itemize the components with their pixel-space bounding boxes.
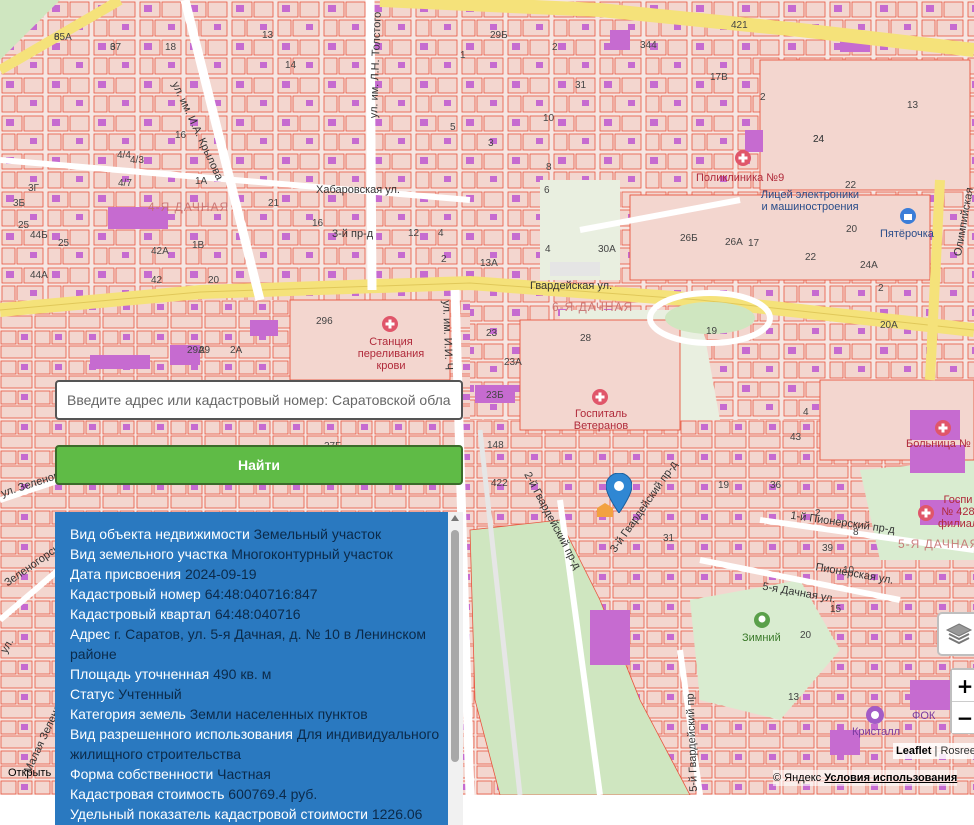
map-attribution: Leaflet | Rosreestr bbox=[893, 743, 974, 759]
info-value: Частная bbox=[217, 766, 271, 782]
info-value: 490 кв. м bbox=[213, 666, 272, 682]
info-label: Кадастровый номер bbox=[70, 586, 201, 602]
scroll-up-arrow-icon[interactable] bbox=[451, 515, 459, 521]
info-row: Удельный показатель кадастровой стоимост… bbox=[70, 804, 440, 824]
info-row: Кадастровый номер 64:48:040716:847 bbox=[70, 584, 440, 604]
layers-icon bbox=[945, 623, 973, 645]
zoom-out-button[interactable]: − bbox=[952, 702, 974, 733]
info-row: Кадастровый квартал 64:48:040716 bbox=[70, 604, 440, 624]
info-value: 2024-09-19 bbox=[184, 566, 257, 582]
property-info-panel: Вид объекта недвижимости Земельный участ… bbox=[55, 512, 463, 825]
info-label: Вид разрешенного использования bbox=[70, 726, 293, 742]
info-label: Адрес bbox=[70, 626, 111, 642]
open-link[interactable]: Открыть bbox=[8, 767, 51, 779]
info-row: Категория земель Земли населенных пункто… bbox=[70, 704, 440, 724]
info-row: Дата присвоения 2024-09-19 bbox=[70, 564, 440, 584]
info-value: 600769.4 руб. bbox=[228, 786, 318, 802]
zoom-in-button[interactable]: + bbox=[952, 670, 974, 701]
find-button[interactable]: Найти bbox=[55, 445, 463, 485]
info-row: Кадастровая стоимость 600769.4 руб. bbox=[70, 784, 440, 804]
info-row: Вид земельного участка Многоконтурный уч… bbox=[70, 544, 440, 564]
info-value: 1226.06 bbox=[371, 806, 423, 822]
info-value: Земли населенных пунктов bbox=[189, 706, 368, 722]
info-value: г. Саратов, ул. 5-я Дачная, д. № 10 в Ле… bbox=[70, 626, 427, 662]
info-label: Статус bbox=[70, 686, 115, 702]
scroll-thumb[interactable] bbox=[451, 530, 459, 762]
info-label: Вид земельного участка bbox=[70, 546, 228, 562]
info-row: Статус Учтенный bbox=[70, 684, 440, 704]
info-label: Категория земель bbox=[70, 706, 186, 722]
info-scroll-area[interactable]: Вид объекта недвижимости Земельный участ… bbox=[55, 512, 448, 825]
house-highlight-icon bbox=[597, 503, 613, 517]
info-row: Форма собственности Частная bbox=[70, 764, 440, 784]
info-label: Форма собственности bbox=[70, 766, 214, 782]
info-value: 64:48:040716:847 bbox=[204, 586, 318, 602]
info-label: Дата присвоения bbox=[70, 566, 182, 582]
yandex-terms-link[interactable]: Условия использования bbox=[824, 772, 957, 784]
info-value: 64:48:040716 bbox=[214, 606, 301, 622]
info-label: Кадастровая стоимость bbox=[70, 786, 225, 802]
info-row: Вид объекта недвижимости Земельный участ… bbox=[70, 524, 440, 544]
layers-button[interactable] bbox=[937, 612, 974, 656]
info-value: Земельный участок bbox=[253, 526, 382, 542]
leaflet-link[interactable]: Leaflet bbox=[896, 745, 931, 757]
info-row: Площадь уточненная 490 кв. м bbox=[70, 664, 440, 684]
yandex-copyright: © Яндекс bbox=[773, 772, 822, 784]
info-label: Площадь уточненная bbox=[70, 666, 210, 682]
info-scrollbar[interactable] bbox=[448, 512, 463, 825]
info-label: Удельный показатель кадастровой стоимост… bbox=[70, 806, 368, 822]
yandex-attribution: © Яндекс Условия использования bbox=[773, 770, 958, 786]
zoom-control: + − bbox=[950, 668, 974, 734]
info-row: Адрес г. Саратов, ул. 5-я Дачная, д. № 1… bbox=[70, 624, 440, 664]
search-box bbox=[55, 380, 463, 420]
info-row: Вид разрешенного использования Для индив… bbox=[70, 724, 440, 764]
info-value: Учтенный bbox=[118, 686, 182, 702]
search-input[interactable] bbox=[55, 380, 463, 420]
info-label: Вид объекта недвижимости bbox=[70, 526, 250, 542]
attribution-rest: | Rosreestr bbox=[934, 745, 974, 757]
info-label: Кадастровый квартал bbox=[70, 606, 211, 622]
info-value: Многоконтурный участок bbox=[231, 546, 393, 562]
